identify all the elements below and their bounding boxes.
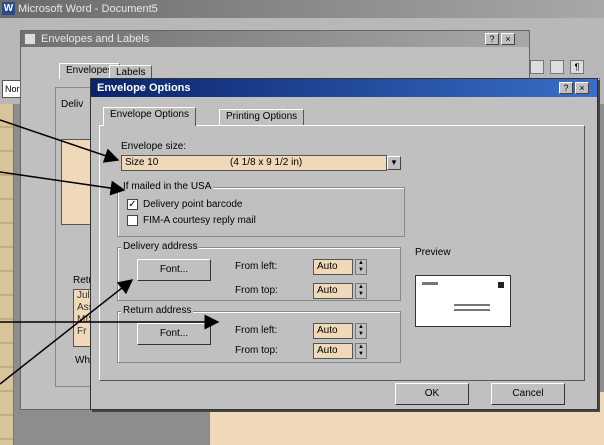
preview-stamp (498, 282, 504, 288)
toolbar-icon[interactable] (530, 60, 544, 74)
return-from-left-field[interactable]: Auto (313, 323, 353, 339)
delivery-from-top-field[interactable]: Auto (313, 283, 353, 299)
delivery-address-label: Deliv (61, 99, 84, 110)
opt-dialog-titlebar: Envelope Options (91, 79, 597, 97)
tab-printing-options[interactable]: Printing Options (219, 109, 305, 125)
return-group-title: Return address (121, 305, 194, 316)
return-from-left-label: From left: (235, 325, 278, 336)
cancel-button[interactable]: Cancel (491, 383, 565, 405)
spin-up-icon[interactable]: ▲ ▼ (355, 323, 367, 339)
preview-return-lines (422, 282, 438, 285)
checkbox-checked-icon[interactable]: ✓ (127, 199, 138, 210)
opt-dialog-title: Envelope Options (97, 82, 191, 94)
help-icon[interactable]: ? (485, 33, 499, 45)
close-icon[interactable]: × (501, 33, 515, 45)
toolbar-icon[interactable] (550, 60, 564, 74)
envelope-size-label: Envelope size: (121, 141, 187, 152)
dialog-icon (24, 33, 36, 45)
preview-address-line (454, 304, 490, 306)
env-dialog-titlebar: Envelopes and Labels (21, 31, 529, 47)
paragraph-icon[interactable]: ¶ (570, 60, 584, 74)
word-logo-icon: W (2, 2, 15, 15)
preview-label: Preview (415, 247, 451, 258)
env-dialog-title: Envelopes and Labels (41, 33, 150, 45)
spin-up-icon[interactable]: ▲ ▼ (355, 259, 367, 275)
ok-button[interactable]: OK (395, 383, 469, 405)
envelope-size-value: Size 10 (125, 157, 159, 168)
barcode-label: Delivery point barcode (143, 199, 243, 210)
return-from-top-field[interactable]: Auto (313, 343, 353, 359)
return-from-top-label: From top: (235, 345, 278, 356)
tab-envelope-options[interactable]: Envelope Options (103, 107, 196, 126)
delivery-group-title: Delivery address (121, 241, 200, 252)
help-icon[interactable]: ? (559, 82, 573, 94)
spin-down-icon[interactable]: ▲ ▼ (355, 283, 367, 299)
envelope-options-dialog: Envelope Options ? × Envelope Options Pr… (90, 78, 598, 410)
usa-group-title: If mailed in the USA (121, 181, 214, 192)
envelope-preview (415, 275, 511, 327)
close-icon[interactable]: × (575, 82, 589, 94)
usa-group (117, 187, 405, 237)
word-title: Microsoft Word - Document5 (18, 3, 158, 15)
checkbox-unchecked-icon[interactable] (127, 215, 138, 226)
delivery-from-top-label: From top: (235, 285, 278, 296)
return-font-button[interactable]: Font... (137, 323, 211, 345)
word-titlebar: Microsoft Word - Document5 (0, 0, 604, 18)
dropdown-arrow-icon[interactable]: ▼ (387, 156, 401, 170)
delivery-from-left-label: From left: (235, 261, 278, 272)
fim-label: FIM-A courtesy reply mail (143, 215, 256, 226)
vertical-ruler (0, 104, 14, 445)
envelope-size-select[interactable]: Size 10 (4 1/8 x 9 1/2 in) (121, 155, 387, 171)
delivery-font-button[interactable]: Font... (137, 259, 211, 281)
spin-down-icon[interactable]: ▲ ▼ (355, 343, 367, 359)
preview-address-line (454, 309, 490, 311)
delivery-from-left-field[interactable]: Auto (313, 259, 353, 275)
envelope-size-dims: (4 1/8 x 9 1/2 in) (230, 157, 303, 168)
